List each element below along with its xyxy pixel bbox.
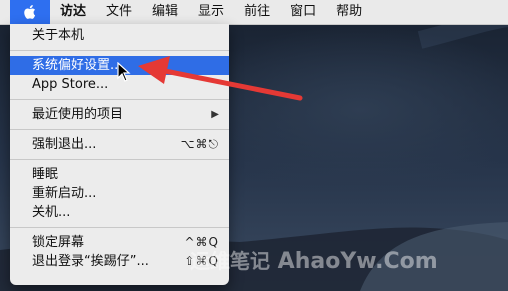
mouse-cursor-icon	[117, 62, 131, 82]
annotation-arrow-icon	[138, 56, 303, 101]
